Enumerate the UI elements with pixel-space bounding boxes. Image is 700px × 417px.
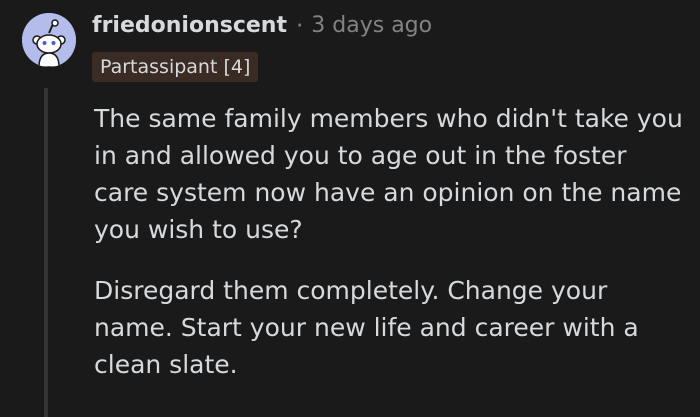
user-flair: Partassipant [4] [92,52,259,82]
comment-body: The same family members who didn't take … [94,100,684,383]
comment-paragraph: Disregard them completely. Change your n… [94,276,639,379]
author-username[interactable]: friedonionscent [92,10,287,42]
reddit-snoo-avatar-icon [22,13,76,67]
comment-paragraph: The same family members who didn't take … [94,104,683,244]
comment-timestamp[interactable]: 3 days ago [311,10,432,42]
comment: friedonionscent · 3 days ago Partassipan… [0,0,700,417]
comment-header: friedonionscent · 3 days ago [92,10,432,42]
thread-collapse-line[interactable] [44,88,48,417]
meta-separator: · [295,13,304,39]
user-avatar[interactable] [22,13,76,67]
